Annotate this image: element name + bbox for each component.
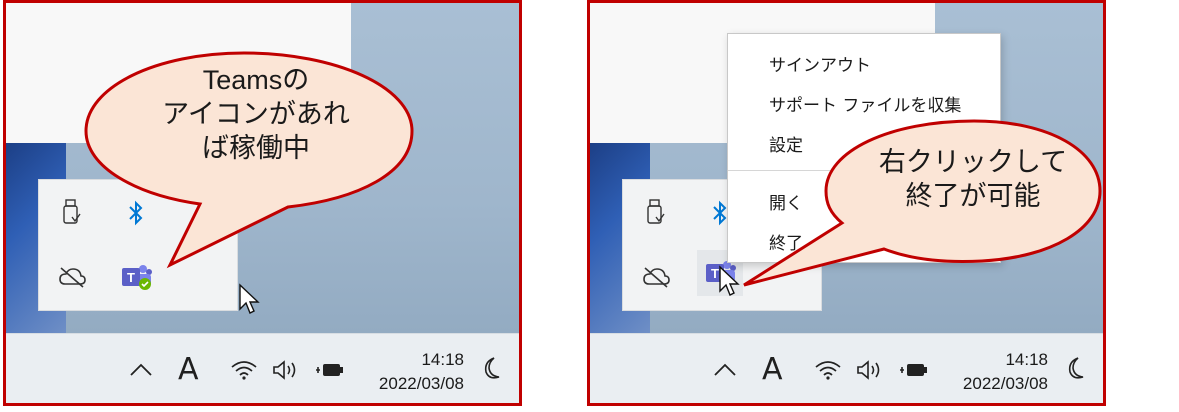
taskbar: A 14:18 2022/03/08: [590, 333, 1103, 403]
taskbar: A 14:18 2022/03/08: [6, 333, 519, 403]
show-hidden-icons-button[interactable]: [128, 356, 154, 386]
clock-time: 14:18: [421, 350, 464, 369]
callout-line-1: 右クリックして: [878, 147, 1068, 177]
moon-icon[interactable]: [1064, 356, 1086, 388]
callout-text: Teamsの アイコンがあれ ば稼働中: [136, 63, 376, 165]
callout-text: 右クリックして 終了が可能: [848, 145, 1098, 213]
cloud-offline-icon[interactable]: [639, 260, 673, 294]
callout-line-3: ば稼働中: [202, 133, 310, 163]
battery-icon[interactable]: [314, 360, 344, 384]
clock-time: 14:18: [1005, 350, 1048, 369]
right-screenshot-panel: T サインアウト サポート ファイルを収集 設定 開く 終了 右クリックして 終…: [587, 0, 1106, 406]
mouse-cursor-icon: [239, 283, 260, 314]
clock-date: 2022/03/08: [378, 374, 464, 393]
callout-line-2: アイコンがあれ: [162, 99, 350, 129]
speaker-icon[interactable]: [272, 360, 300, 384]
wifi-icon[interactable]: [230, 360, 258, 384]
moon-icon[interactable]: [480, 356, 502, 388]
ime-indicator[interactable]: A: [762, 352, 783, 387]
menu-item-collect-support-files[interactable]: サポート ファイルを収集: [769, 91, 961, 116]
speaker-icon[interactable]: [856, 360, 884, 384]
ime-indicator[interactable]: A: [178, 352, 199, 387]
clock[interactable]: 14:18 2022/03/08: [346, 348, 464, 396]
battery-icon[interactable]: [898, 360, 928, 384]
callout-line-1: Teamsの: [202, 65, 310, 95]
clock[interactable]: 14:18 2022/03/08: [930, 348, 1048, 396]
menu-item-sign-out[interactable]: サインアウト: [769, 51, 871, 76]
clock-date: 2022/03/08: [962, 374, 1048, 393]
left-screenshot-panel: T Teamsの アイコンがあれ ば稼働中 A 14:18 2022/03/08: [3, 0, 522, 406]
wifi-icon[interactable]: [814, 360, 842, 384]
usb-drive-icon[interactable]: [639, 196, 673, 230]
mouse-cursor-icon: [719, 265, 740, 296]
callout-line-2: 終了が可能: [905, 181, 1041, 211]
show-hidden-icons-button[interactable]: [712, 356, 738, 386]
